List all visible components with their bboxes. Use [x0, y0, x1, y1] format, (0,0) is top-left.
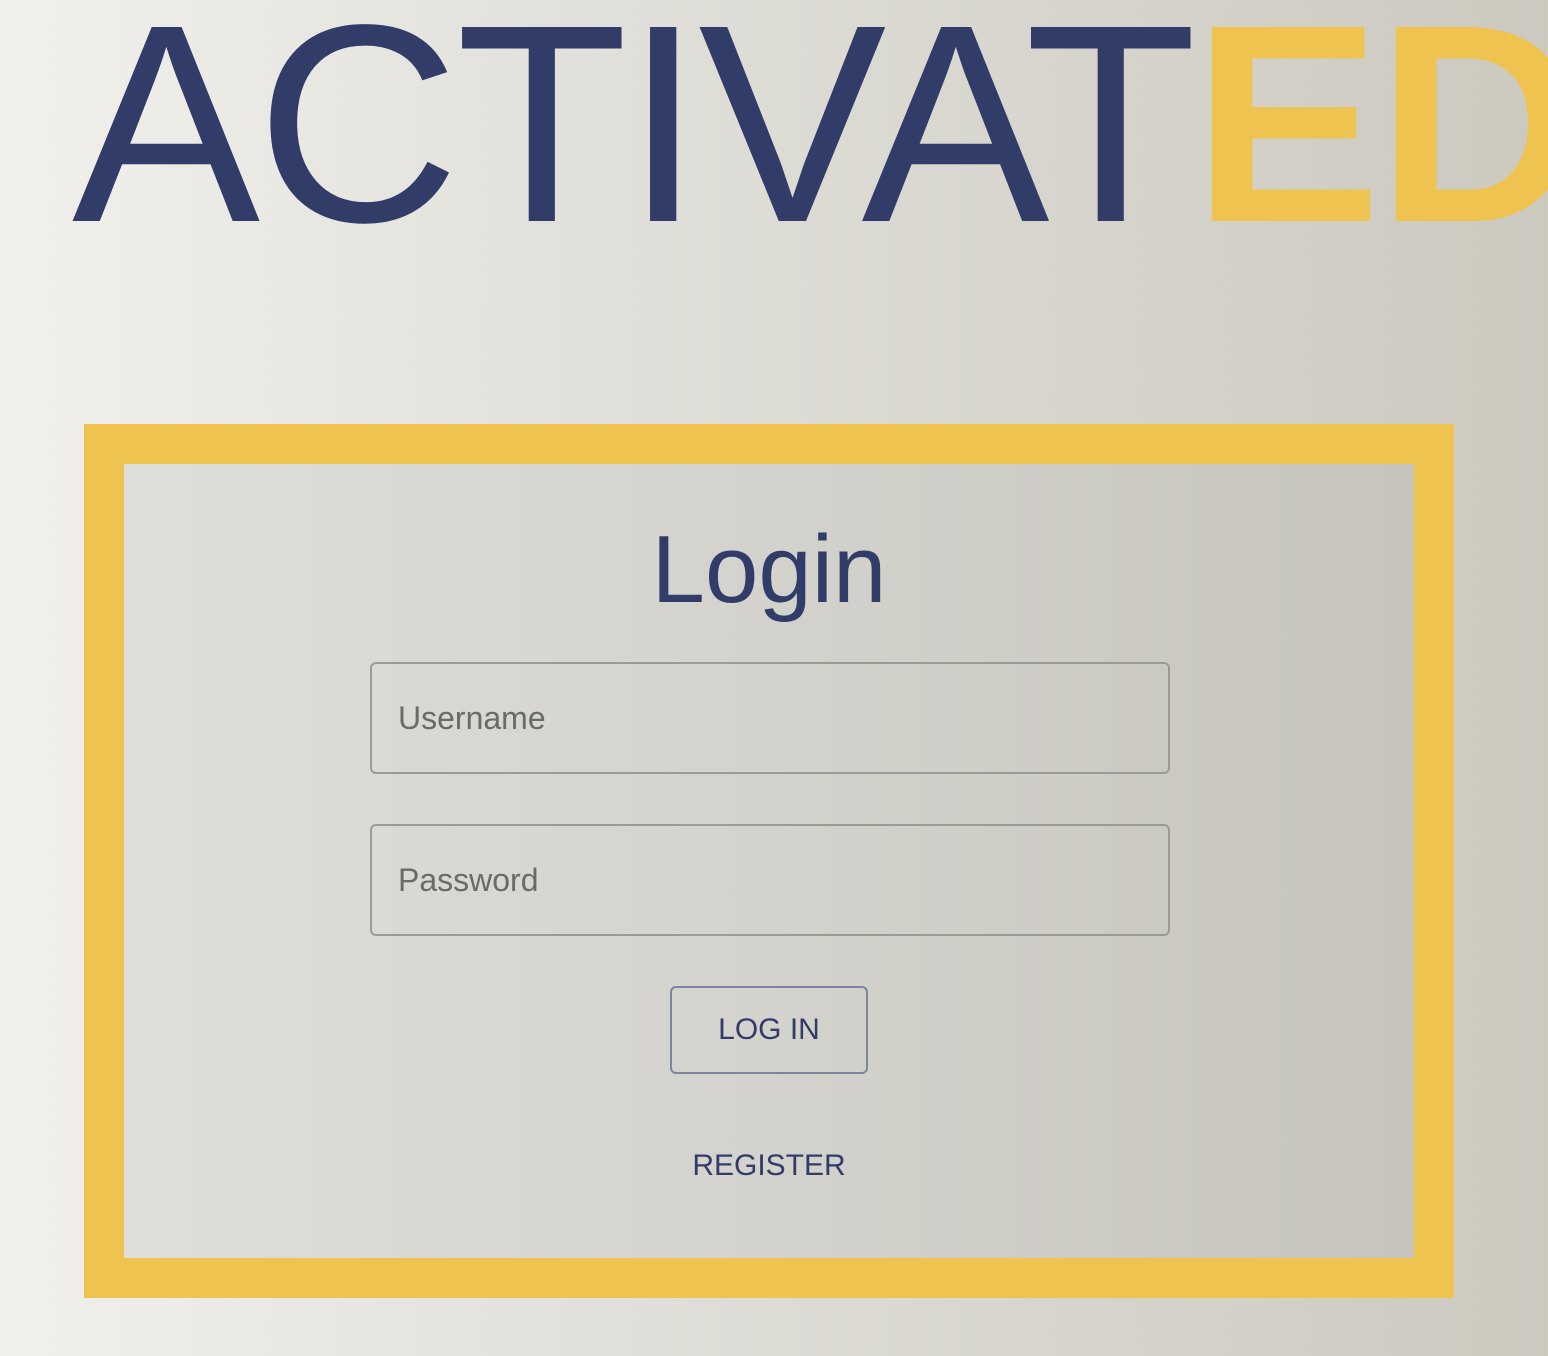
password-input[interactable] — [370, 824, 1170, 936]
brand-logo: ACTIVATED — [72, 0, 1548, 281]
login-card: Login LOG IN REGISTER — [124, 464, 1414, 1258]
logo-text-ed: ED — [1192, 0, 1548, 281]
username-input[interactable] — [370, 662, 1170, 774]
register-link[interactable]: REGISTER — [124, 1146, 1414, 1186]
login-button[interactable]: LOG IN — [670, 986, 868, 1074]
login-card-frame: Login LOG IN REGISTER — [84, 424, 1454, 1298]
logo-text-activat: ACTIVAT — [72, 0, 1197, 281]
login-title: Login — [651, 516, 887, 623]
